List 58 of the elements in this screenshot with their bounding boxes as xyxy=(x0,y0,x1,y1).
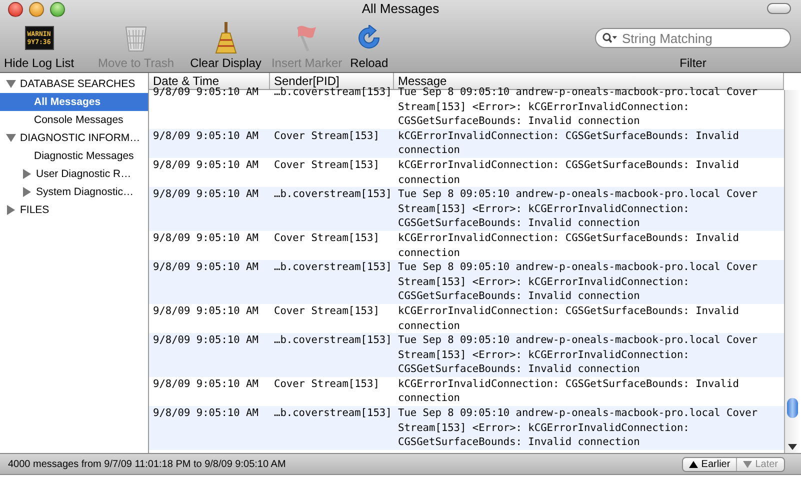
sidebar-section[interactable]: FILES xyxy=(20,204,50,216)
filter-label: Filter xyxy=(680,56,706,70)
down-arrow-icon[interactable] xyxy=(788,443,797,451)
table-cell-text: kCGErrorInvalidConnection: CGSGetSurfaceBounds: Invalid connection xyxy=(397,376,740,406)
expanded-triangle-icon[interactable] xyxy=(6,79,16,89)
search-input[interactable]: String Matching xyxy=(620,30,784,46)
collapsed-triangle-icon[interactable] xyxy=(6,205,16,215)
reload-icon xyxy=(356,25,382,51)
expanded-triangle-icon[interactable] xyxy=(6,133,16,143)
table-cell-text: 9/8/09 9:05:10 AM xyxy=(152,158,260,173)
sidebar-item[interactable]: All Messages xyxy=(0,93,148,111)
broom-icon xyxy=(214,22,238,54)
sidebar-item[interactable]: User Diagnostic R… xyxy=(36,168,132,180)
search-icon xyxy=(602,32,617,44)
table-cell-text: 9/8/09 9:05:10 AM xyxy=(152,260,260,276)
status-text: 4000 messages from 9/7/09 11:01:18 PM to 9/8/09 9:05:10 AM xyxy=(8,458,287,470)
table-cell-text: kCGErrorInvalidConnection: CGSGetSurfaceBounds: Invalid connection xyxy=(397,158,740,188)
table-cell-text: Cover Stream[153] xyxy=(273,230,380,246)
table-cell-text: 9/8/09 9:05:10 AM xyxy=(152,187,260,202)
up-triangle-icon xyxy=(689,460,698,468)
table-cell-text: 9/8/09 9:05:10 AM xyxy=(152,128,260,144)
window-title: All Messages xyxy=(362,1,440,16)
table-cell-text: Tue Sep 8 09:05:10 andrew-p-oneals-macbook-pro.local Cover Stream[153] <Error>: kCGErrorInvalidConnection: CGSGetSurfaceBounds: Invalid connection xyxy=(397,406,759,450)
close-button[interactable] xyxy=(8,2,23,16)
wastebasket-icon xyxy=(124,24,148,52)
zoom-button[interactable] xyxy=(50,2,65,16)
scrollbar[interactable] xyxy=(784,90,801,453)
table-cell-text: Cover Stream[153] xyxy=(273,376,380,392)
table-cell-text: 9/8/09 9:05:10 AM xyxy=(152,304,260,319)
sidebar-item[interactable]: Console Messages xyxy=(0,111,148,129)
scroll-thumb[interactable] xyxy=(787,398,798,418)
down-triangle-icon xyxy=(743,460,752,468)
table-cell-text: 9/8/09 9:05:10 AM xyxy=(152,230,260,246)
table-cell-text: …b.coverstream[153] xyxy=(273,260,393,276)
minimize-button[interactable] xyxy=(29,2,44,16)
collapsed-triangle-icon[interactable] xyxy=(22,169,32,179)
table-cell-text: …b.coverstream[153] xyxy=(273,333,393,348)
table-cell-text: 9/8/09 9:05:10 AM xyxy=(152,333,260,348)
table-cell-text: kCGErrorInvalidConnection: CGSGetSurfaceBounds: Invalid connection xyxy=(397,304,740,334)
table-cell-text: …b.coverstream[153] xyxy=(273,406,393,422)
table-cell-text: …b.coverstream[153] xyxy=(273,86,393,100)
table-cell-text: …b.coverstream[153] xyxy=(273,187,393,202)
sidebar-item[interactable]: Diagnostic Messages xyxy=(0,147,148,165)
table-cell-text: kCGErrorInvalidConnection: CGSGetSurfaceBounds: Invalid connection xyxy=(397,230,740,260)
toolbar-toggle-button[interactable] xyxy=(767,3,791,14)
table-cell-text: 9/8/09 9:05:10 AM xyxy=(152,406,260,422)
toolbar-button[interactable]: Clear Display xyxy=(190,20,262,70)
sidebar-section[interactable]: DIAGNOSTIC INFORM… xyxy=(20,132,140,144)
search-field[interactable]: String Matching xyxy=(595,28,791,48)
collapsed-triangle-icon[interactable] xyxy=(22,187,32,197)
table-cell-text: Cover Stream[153] xyxy=(273,304,380,319)
table-cell-text: 9/8/09 9:05:10 AM xyxy=(152,376,260,392)
pager-button[interactable]: Earlier xyxy=(683,458,736,470)
table-cell-text: Cover Stream[153] xyxy=(273,158,380,173)
toolbar-button[interactable]: Reload xyxy=(350,20,388,70)
sidebar-section[interactable]: DATABASE SEARCHES xyxy=(20,78,136,90)
sidebar-item[interactable]: System Diagnostic… xyxy=(36,186,134,198)
table-cell-text: Cover Stream[153] xyxy=(273,128,380,144)
